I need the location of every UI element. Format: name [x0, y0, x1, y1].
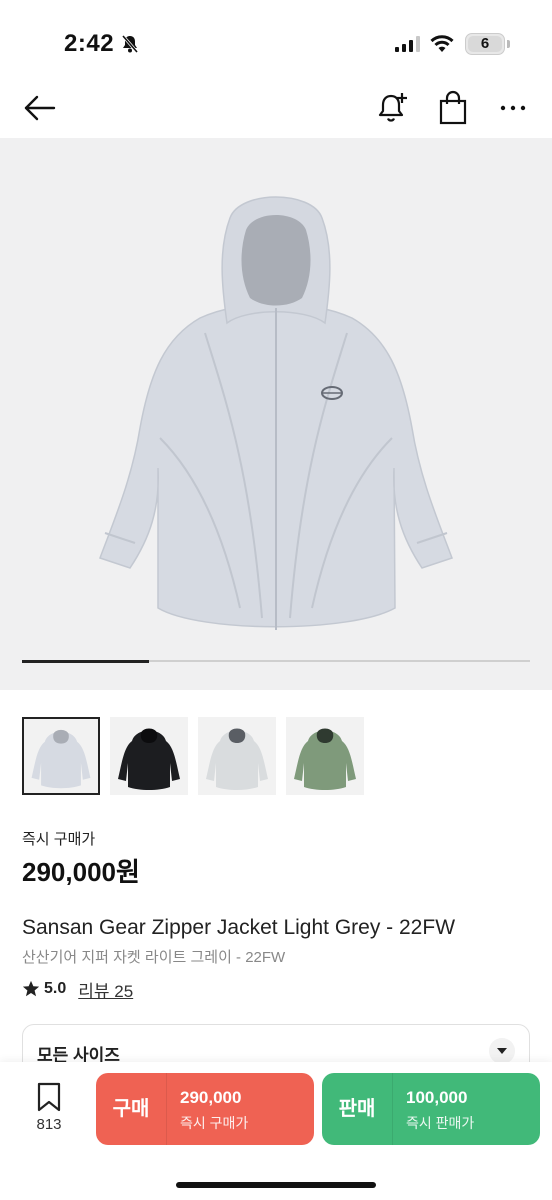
thumbnail-3[interactable] — [198, 717, 276, 795]
status-time: 2:42 — [64, 30, 115, 57]
wish-count: 813 — [36, 1116, 62, 1133]
sell-button-label: 판매 — [338, 1098, 376, 1120]
bell-plus-icon[interactable] — [376, 90, 410, 126]
signal-icon — [395, 36, 420, 52]
top-nav — [0, 80, 552, 138]
thumbnail-1[interactable] — [22, 717, 100, 795]
bell-off-icon — [121, 35, 139, 53]
thumbnail-2[interactable] — [110, 717, 188, 795]
thumbnail-4[interactable] — [286, 717, 364, 795]
gallery-progress-track — [22, 659, 530, 663]
instant-buy-price: 290,000원 — [22, 857, 140, 887]
thumbnail-jacket-light — [206, 728, 268, 790]
sell-button[interactable]: 판매 100,000 즉시 판매가 — [322, 1073, 540, 1145]
thumbnail-jacket-green — [294, 728, 356, 790]
sell-button-sub: 즉시 판매가 — [406, 1115, 475, 1131]
wish-button[interactable]: 813 — [28, 1082, 70, 1142]
buy-button-price: 290,000 — [180, 1088, 242, 1107]
product-title-en: Sansan Gear Zipper Jacket Light Grey - 2… — [22, 916, 456, 939]
battery-nub — [507, 40, 510, 48]
star-icon — [22, 980, 40, 997]
gallery-progress-fill — [22, 659, 149, 663]
arrow-left-icon[interactable] — [22, 92, 58, 124]
thumbnail-jacket-black — [118, 728, 180, 790]
sell-button-price: 100,000 — [406, 1088, 468, 1107]
bottom-action-bar: 813 구매 290,000 즉시 구매가 판매 100,000 즉시 판매가 — [0, 1062, 552, 1200]
chevron-down-icon — [489, 1038, 515, 1064]
wifi-icon — [430, 35, 454, 52]
rating-row: 5.0 리뷰 25 — [22, 977, 133, 1002]
thumbnail-jacket-grey — [31, 729, 91, 789]
product-title-ko: 산산기어 지퍼 자켓 라이트 그레이 - 22FW — [22, 949, 286, 966]
buy-button-sub: 즉시 구매가 — [180, 1115, 249, 1131]
battery-text: 6 — [480, 35, 490, 52]
review-link[interactable]: 리뷰 25 — [78, 977, 133, 1002]
sell-button-divider — [392, 1073, 393, 1145]
buy-button-divider — [166, 1073, 167, 1145]
thumbnail-strip — [22, 717, 542, 795]
jacket-illustration — [99, 196, 453, 630]
rating-value: 5.0 — [44, 980, 67, 997]
shopping-bag-icon[interactable] — [436, 90, 470, 126]
buy-button[interactable]: 구매 290,000 즉시 구매가 — [96, 1073, 314, 1145]
bookmark-icon — [37, 1082, 61, 1112]
battery-icon: 6 — [465, 33, 505, 55]
instant-buy-label: 즉시 구매가 — [22, 831, 96, 848]
home-indicator — [176, 1182, 376, 1188]
more-dots-icon[interactable] — [496, 90, 530, 126]
product-image[interactable] — [0, 138, 552, 690]
status-bar: 2:42 6 — [0, 0, 552, 80]
buy-button-label: 구매 — [112, 1098, 150, 1120]
